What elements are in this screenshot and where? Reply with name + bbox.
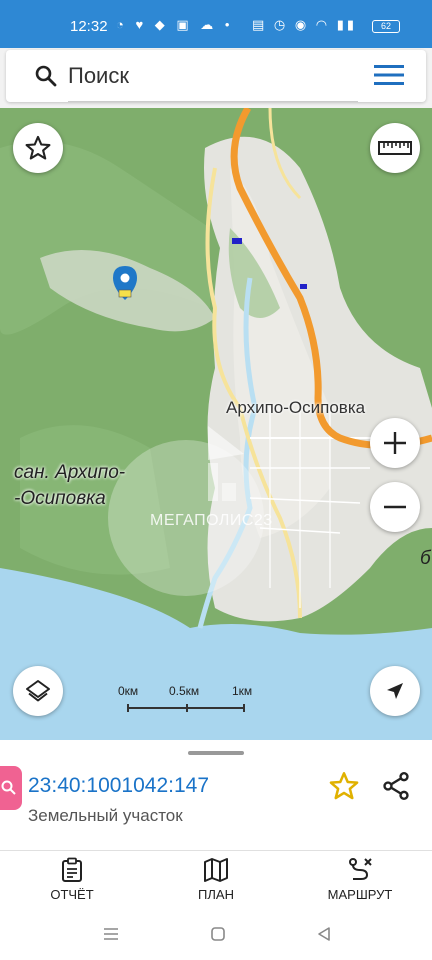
search-icon[interactable] <box>34 64 58 88</box>
menu-icon[interactable] <box>374 64 404 86</box>
parcel-type: Земельный участок <box>28 806 183 825</box>
nav-plan-label: ПЛАН <box>198 887 234 902</box>
status-time: 12:32 <box>70 18 108 35</box>
layers-icon <box>26 680 50 702</box>
scale-label-0: 0км <box>118 684 139 698</box>
sanatorium-label-line1: сан. Архипо- <box>14 462 126 483</box>
town-label: Архипо-Осиповка <box>226 398 366 417</box>
ruler-icon <box>378 141 412 155</box>
sheet-handle[interactable] <box>188 751 244 755</box>
edge-map-label: б <box>420 548 431 569</box>
system-nav-bar <box>0 912 432 960</box>
parcel-info-sheet[interactable]: 23:40:1001042:147 Земельный участок <box>0 740 432 850</box>
scale-line <box>127 704 245 712</box>
star-icon[interactable] <box>328 770 360 802</box>
back-icon[interactable] <box>316 926 332 942</box>
cadastral-number[interactable]: 23:40:1001042:147 <box>28 774 209 798</box>
bottom-nav: ОТЧЁТ ПЛАН МАРШРУТ <box>0 850 432 912</box>
home-icon[interactable] <box>210 926 226 942</box>
search-input[interactable] <box>68 50 358 102</box>
search-icon <box>1 780 16 795</box>
scale-label-half: 0.5км <box>169 684 200 698</box>
notification-icons: ◔ ♥ ◆ ▣ ☁ • <box>116 17 234 32</box>
map-view[interactable]: Архипо-Осиповка сан. Архипо- -Осиповка б… <box>0 108 432 740</box>
share-icon[interactable] <box>380 770 412 802</box>
map-canvas <box>0 108 432 740</box>
locate-button[interactable] <box>370 666 420 716</box>
watermark: МЕГАПОЛИС23 <box>150 512 273 529</box>
route-icon <box>349 858 372 880</box>
status-bar: 12:32 ◔ ♥ ◆ ▣ ☁ • ▤ ◷ ◉ ◠ ▮▮ 62 <box>0 0 432 48</box>
nav-report-label: ОТЧЁТ <box>50 887 94 902</box>
ruler-button[interactable] <box>370 123 420 173</box>
sanatorium-label-line2: -Осиповка <box>14 488 106 509</box>
nav-route-label: МАРШРУТ <box>327 887 393 902</box>
favorite-map-button[interactable] <box>13 123 63 173</box>
search-side-tab[interactable] <box>0 766 22 810</box>
nav-report[interactable]: ОТЧЁТ <box>44 857 100 902</box>
zoom-in-button[interactable] <box>370 418 420 468</box>
minus-icon <box>384 505 406 509</box>
system-icons: ▤ ◷ ◉ ◠ ▮▮ <box>252 17 358 32</box>
zoom-out-button[interactable] <box>370 482 420 532</box>
plus-icon <box>384 432 406 454</box>
nav-route[interactable]: МАРШРУТ <box>320 857 400 902</box>
sanatorium-label: сан. Архипо- -Осиповка <box>14 460 125 512</box>
recent-apps-icon[interactable] <box>102 926 120 942</box>
star-icon <box>25 135 51 160</box>
map-icon <box>204 858 228 882</box>
layers-button[interactable] <box>13 666 63 716</box>
scale-label-1: 1км <box>232 684 253 698</box>
search-bar <box>6 50 426 102</box>
nav-plan[interactable]: ПЛАН <box>188 857 244 902</box>
clipboard-icon <box>62 857 82 882</box>
battery-icon: 62 <box>372 20 400 33</box>
navigation-arrow-icon <box>387 683 403 699</box>
scale-bar: 0км 0.5км 1км <box>118 680 253 720</box>
